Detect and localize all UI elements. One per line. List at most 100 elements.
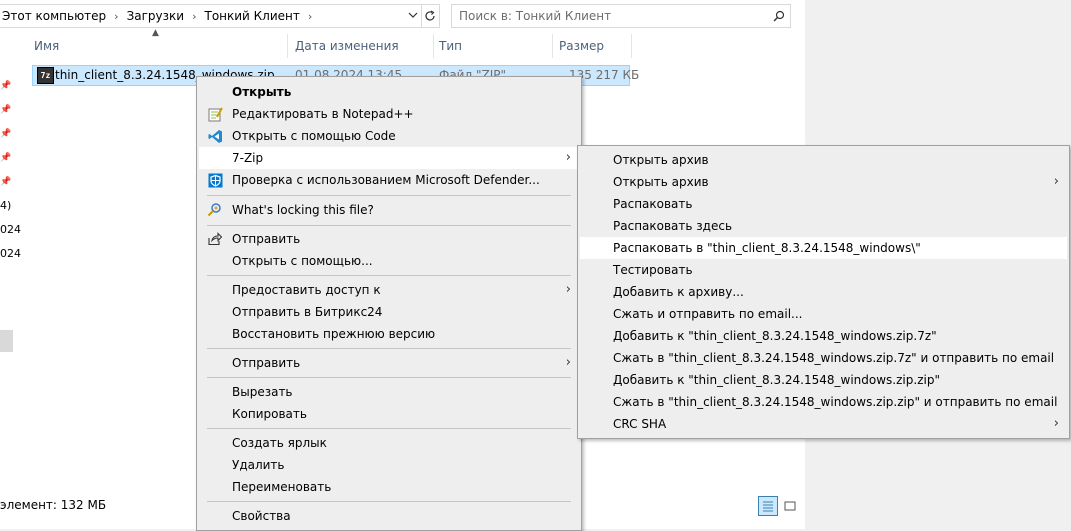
chevron-right-icon[interactable]: › bbox=[302, 10, 318, 23]
nav-item-fragment[interactable]: 4) bbox=[0, 199, 11, 212]
chevron-right-icon[interactable]: › bbox=[186, 10, 202, 23]
menu-item-whats-locking[interactable]: What's locking this file? bbox=[199, 199, 579, 221]
archive-file-icon: 7z bbox=[37, 67, 54, 84]
column-type[interactable]: Тип bbox=[433, 34, 549, 58]
zip-item-compress-zip-email[interactable]: Сжать в "thin_client_8.3.24.1548_windows… bbox=[580, 391, 1067, 413]
menu-label: Отправить в Битрикс24 bbox=[232, 305, 383, 319]
menu-item-7zip[interactable]: 7-Zip › bbox=[199, 147, 579, 169]
menu-label: Открыть архив bbox=[613, 175, 709, 189]
pin-icon: 📌 bbox=[0, 129, 12, 139]
column-size[interactable]: Размер bbox=[553, 34, 629, 58]
menu-label: Редактировать в Notepad++ bbox=[232, 107, 414, 121]
large-icons-view-icon[interactable] bbox=[780, 496, 800, 516]
zip-item-extract-here[interactable]: Распаковать здесь bbox=[580, 215, 1067, 237]
crumb-computer[interactable]: Этот компьютер bbox=[0, 9, 108, 23]
menu-item-share[interactable]: Отправить bbox=[199, 228, 579, 250]
zip-item-extract[interactable]: Распаковать bbox=[580, 193, 1067, 215]
menu-label: Распаковать в "thin_client_8.3.24.1548_w… bbox=[613, 241, 921, 255]
search-placeholder: Поиск в: Тонкий Клиент bbox=[459, 9, 612, 23]
column-divider[interactable] bbox=[287, 34, 288, 58]
menu-item-send-bitrix24[interactable]: Отправить в Битрикс24 bbox=[199, 301, 579, 323]
menu-label: Сжать в "thin_client_8.3.24.1548_windows… bbox=[613, 351, 1055, 365]
menu-separator bbox=[207, 377, 571, 378]
vscode-icon bbox=[207, 128, 223, 144]
menu-item-delete[interactable]: Удалить bbox=[199, 454, 579, 476]
menu-label: Открыть bbox=[232, 85, 292, 99]
address-bar: Этот компьютер › Загрузки › Тонкий Клиен… bbox=[0, 0, 805, 30]
menu-item-cut[interactable]: Вырезать bbox=[199, 381, 579, 403]
nav-item-fragment[interactable]: 024 bbox=[0, 223, 21, 236]
lock-search-icon bbox=[207, 202, 223, 218]
menu-label: CRC SHA bbox=[613, 417, 667, 431]
details-view-icon[interactable] bbox=[758, 496, 778, 516]
context-menu: Открыть Редактировать в Notepad++ Открыт… bbox=[196, 76, 582, 531]
menu-item-send-to[interactable]: Отправить › bbox=[199, 352, 579, 374]
menu-label: Тестировать bbox=[613, 263, 693, 277]
menu-label: Распаковать здесь bbox=[613, 219, 733, 233]
defender-icon bbox=[207, 172, 223, 188]
zip-item-add-to-zip[interactable]: Добавить к "thin_client_8.3.24.1548_wind… bbox=[580, 369, 1067, 391]
menu-item-rename[interactable]: Переименовать bbox=[199, 476, 579, 498]
menu-label: 7-Zip bbox=[232, 151, 264, 165]
menu-label: Предоставить доступ к bbox=[232, 283, 381, 297]
breadcrumb[interactable]: Этот компьютер › Загрузки › Тонкий Клиен… bbox=[0, 4, 422, 28]
menu-label: Восстановить прежнюю версию bbox=[232, 327, 436, 341]
menu-label: Удалить bbox=[232, 458, 285, 472]
column-modified[interactable]: Дата изменения bbox=[289, 34, 431, 58]
zip-item-open-archive-sub[interactable]: Открыть архив › bbox=[580, 171, 1067, 193]
zip-item-open-archive[interactable]: Открыть архив bbox=[580, 149, 1067, 171]
menu-separator bbox=[207, 195, 571, 196]
menu-label: Добавить к "thin_client_8.3.24.1548_wind… bbox=[613, 373, 940, 387]
menu-label: Свойства bbox=[232, 509, 291, 523]
menu-item-open-with-code[interactable]: Открыть с помощью Code bbox=[199, 125, 579, 147]
zip-item-extract-to-folder[interactable]: Распаковать в "thin_client_8.3.24.1548_w… bbox=[580, 237, 1067, 259]
menu-label: Открыть с помощью... bbox=[232, 254, 373, 268]
status-text: элемент: 132 МБ bbox=[0, 498, 107, 512]
pin-icon: 📌 bbox=[0, 177, 12, 187]
menu-label: Переименовать bbox=[232, 480, 332, 494]
menu-separator bbox=[207, 348, 571, 349]
menu-item-defender-scan[interactable]: Проверка с использованием Microsoft Defe… bbox=[199, 169, 579, 191]
menu-label: Создать ярлык bbox=[232, 436, 327, 450]
chevron-right-icon: › bbox=[1053, 174, 1059, 189]
menu-label: Проверка с использованием Microsoft Defe… bbox=[232, 173, 540, 187]
menu-item-copy[interactable]: Копировать bbox=[199, 403, 579, 425]
menu-item-give-access[interactable]: Предоставить доступ к › bbox=[199, 279, 579, 301]
zip-item-test[interactable]: Тестировать bbox=[580, 259, 1067, 281]
nav-item-selected[interactable] bbox=[0, 330, 13, 352]
menu-label: What's locking this file? bbox=[232, 203, 374, 217]
crumb-downloads[interactable]: Загрузки bbox=[125, 9, 187, 23]
chevron-right-icon[interactable]: › bbox=[108, 10, 124, 23]
menu-separator bbox=[207, 275, 571, 276]
menu-label: Вырезать bbox=[232, 385, 293, 399]
zip-item-compress-email[interactable]: Сжать и отправить по email... bbox=[580, 303, 1067, 325]
chevron-right-icon: › bbox=[565, 150, 571, 165]
chevron-down-icon[interactable] bbox=[406, 6, 420, 24]
menu-item-notepadpp[interactable]: Редактировать в Notepad++ bbox=[199, 103, 579, 125]
menu-separator bbox=[207, 428, 571, 429]
nav-item-fragment[interactable]: 024 bbox=[0, 247, 21, 260]
menu-item-restore-versions[interactable]: Восстановить прежнюю версию bbox=[199, 323, 579, 345]
zip-item-add-to-archive[interactable]: Добавить к архиву... bbox=[580, 281, 1067, 303]
menu-label: Добавить к архиву... bbox=[613, 285, 744, 299]
search-icon[interactable] bbox=[768, 10, 790, 22]
menu-item-open[interactable]: Открыть bbox=[199, 81, 579, 103]
refresh-icon[interactable] bbox=[421, 4, 440, 28]
search-input[interactable]: Поиск в: Тонкий Клиент bbox=[451, 4, 791, 28]
crumb-thin-client[interactable]: Тонкий Клиент bbox=[202, 9, 301, 23]
zip-item-add-to-7z[interactable]: Добавить к "thin_client_8.3.24.1548_wind… bbox=[580, 325, 1067, 347]
column-divider[interactable] bbox=[631, 34, 632, 58]
menu-label: Открыть с помощью Code bbox=[232, 129, 396, 143]
column-name[interactable]: Имя bbox=[28, 34, 284, 58]
pin-icon: 📌 bbox=[0, 153, 12, 163]
menu-label: Добавить к "thin_client_8.3.24.1548_wind… bbox=[613, 329, 937, 343]
menu-separator bbox=[207, 225, 571, 226]
menu-item-open-with[interactable]: Открыть с помощью... bbox=[199, 250, 579, 272]
chevron-right-icon: › bbox=[1053, 416, 1059, 431]
menu-label: Отправить bbox=[232, 356, 301, 370]
zip-item-crc-sha[interactable]: CRC SHA › bbox=[580, 413, 1067, 435]
chevron-right-icon: › bbox=[565, 282, 571, 297]
zip-item-compress-7z-email[interactable]: Сжать в "thin_client_8.3.24.1548_windows… bbox=[580, 347, 1067, 369]
menu-item-properties[interactable]: Свойства bbox=[199, 505, 579, 527]
menu-item-create-shortcut[interactable]: Создать ярлык bbox=[199, 432, 579, 454]
